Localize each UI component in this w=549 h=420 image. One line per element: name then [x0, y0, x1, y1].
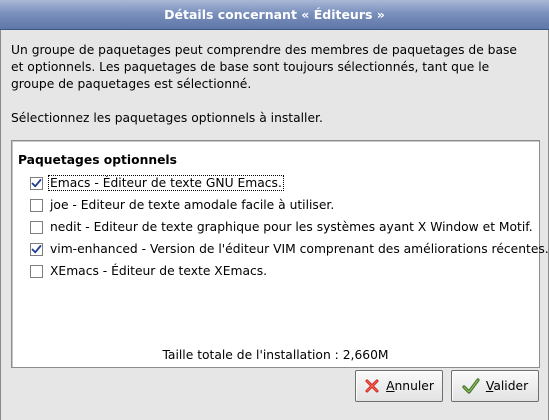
package-checkbox[interactable] — [30, 242, 43, 256]
package-row-vim-enhanced[interactable]: vim-enhanced - Version de l'éditeur VIM … — [30, 238, 549, 260]
select-prompt: Sélectionnez les paquetages optionnels à… — [11, 111, 323, 125]
optional-packages-list: Emacs - Éditeur de texte GNU Emacs. joe … — [30, 172, 549, 282]
package-checkbox[interactable] — [30, 220, 43, 234]
dialog-title-bar: Détails concernant « Éditeurs » — [0, 0, 549, 30]
package-label[interactable]: joe - Editeur de texte amodale facile à … — [48, 197, 336, 213]
cancel-button[interactable]: Annuler — [355, 370, 443, 402]
checkmark-icon — [31, 244, 42, 253]
ok-button-label: Valider — [485, 379, 529, 393]
group-description: Un groupe de paquetages peut comprendre … — [11, 43, 517, 91]
package-row-emacs[interactable]: Emacs - Éditeur de texte GNU Emacs. — [30, 172, 535, 194]
optional-packages-heading: Paquetages optionnels — [18, 153, 177, 167]
package-label[interactable]: nedit - Editeur de texte graphique pour … — [48, 219, 535, 235]
package-label[interactable]: Emacs - Éditeur de texte GNU Emacs. — [48, 175, 284, 191]
ok-button[interactable]: Valider — [451, 370, 539, 402]
optional-packages-panel: Paquetages optionnels Emacs - Éditeur de… — [11, 140, 549, 368]
cancel-button-label: Annuler — [386, 379, 434, 393]
package-checkbox[interactable] — [30, 264, 43, 278]
package-details-dialog: Un groupe de paquetages peut comprendre … — [0, 30, 549, 420]
checkmark-icon — [462, 378, 480, 394]
dialog-title: Détails concernant « Éditeurs » — [164, 7, 385, 22]
package-row-nedit[interactable]: nedit - Editeur de texte graphique pour … — [30, 216, 535, 238]
package-checkbox[interactable] — [30, 176, 43, 190]
package-checkbox[interactable] — [30, 198, 43, 212]
checkmark-icon — [31, 178, 42, 187]
package-label[interactable]: XEmacs - Éditeur de texte XEmacs. — [48, 263, 269, 279]
total-install-size: Taille totale de l'installation : 2,660M — [162, 348, 389, 362]
package-row-joe[interactable]: joe - Editeur de texte amodale facile à … — [30, 194, 535, 216]
package-row-xemacs[interactable]: XEmacs - Éditeur de texte XEmacs. — [30, 260, 535, 282]
package-label[interactable]: vim-enhanced - Version de l'éditeur VIM … — [48, 241, 549, 257]
cancel-x-icon — [364, 378, 380, 394]
